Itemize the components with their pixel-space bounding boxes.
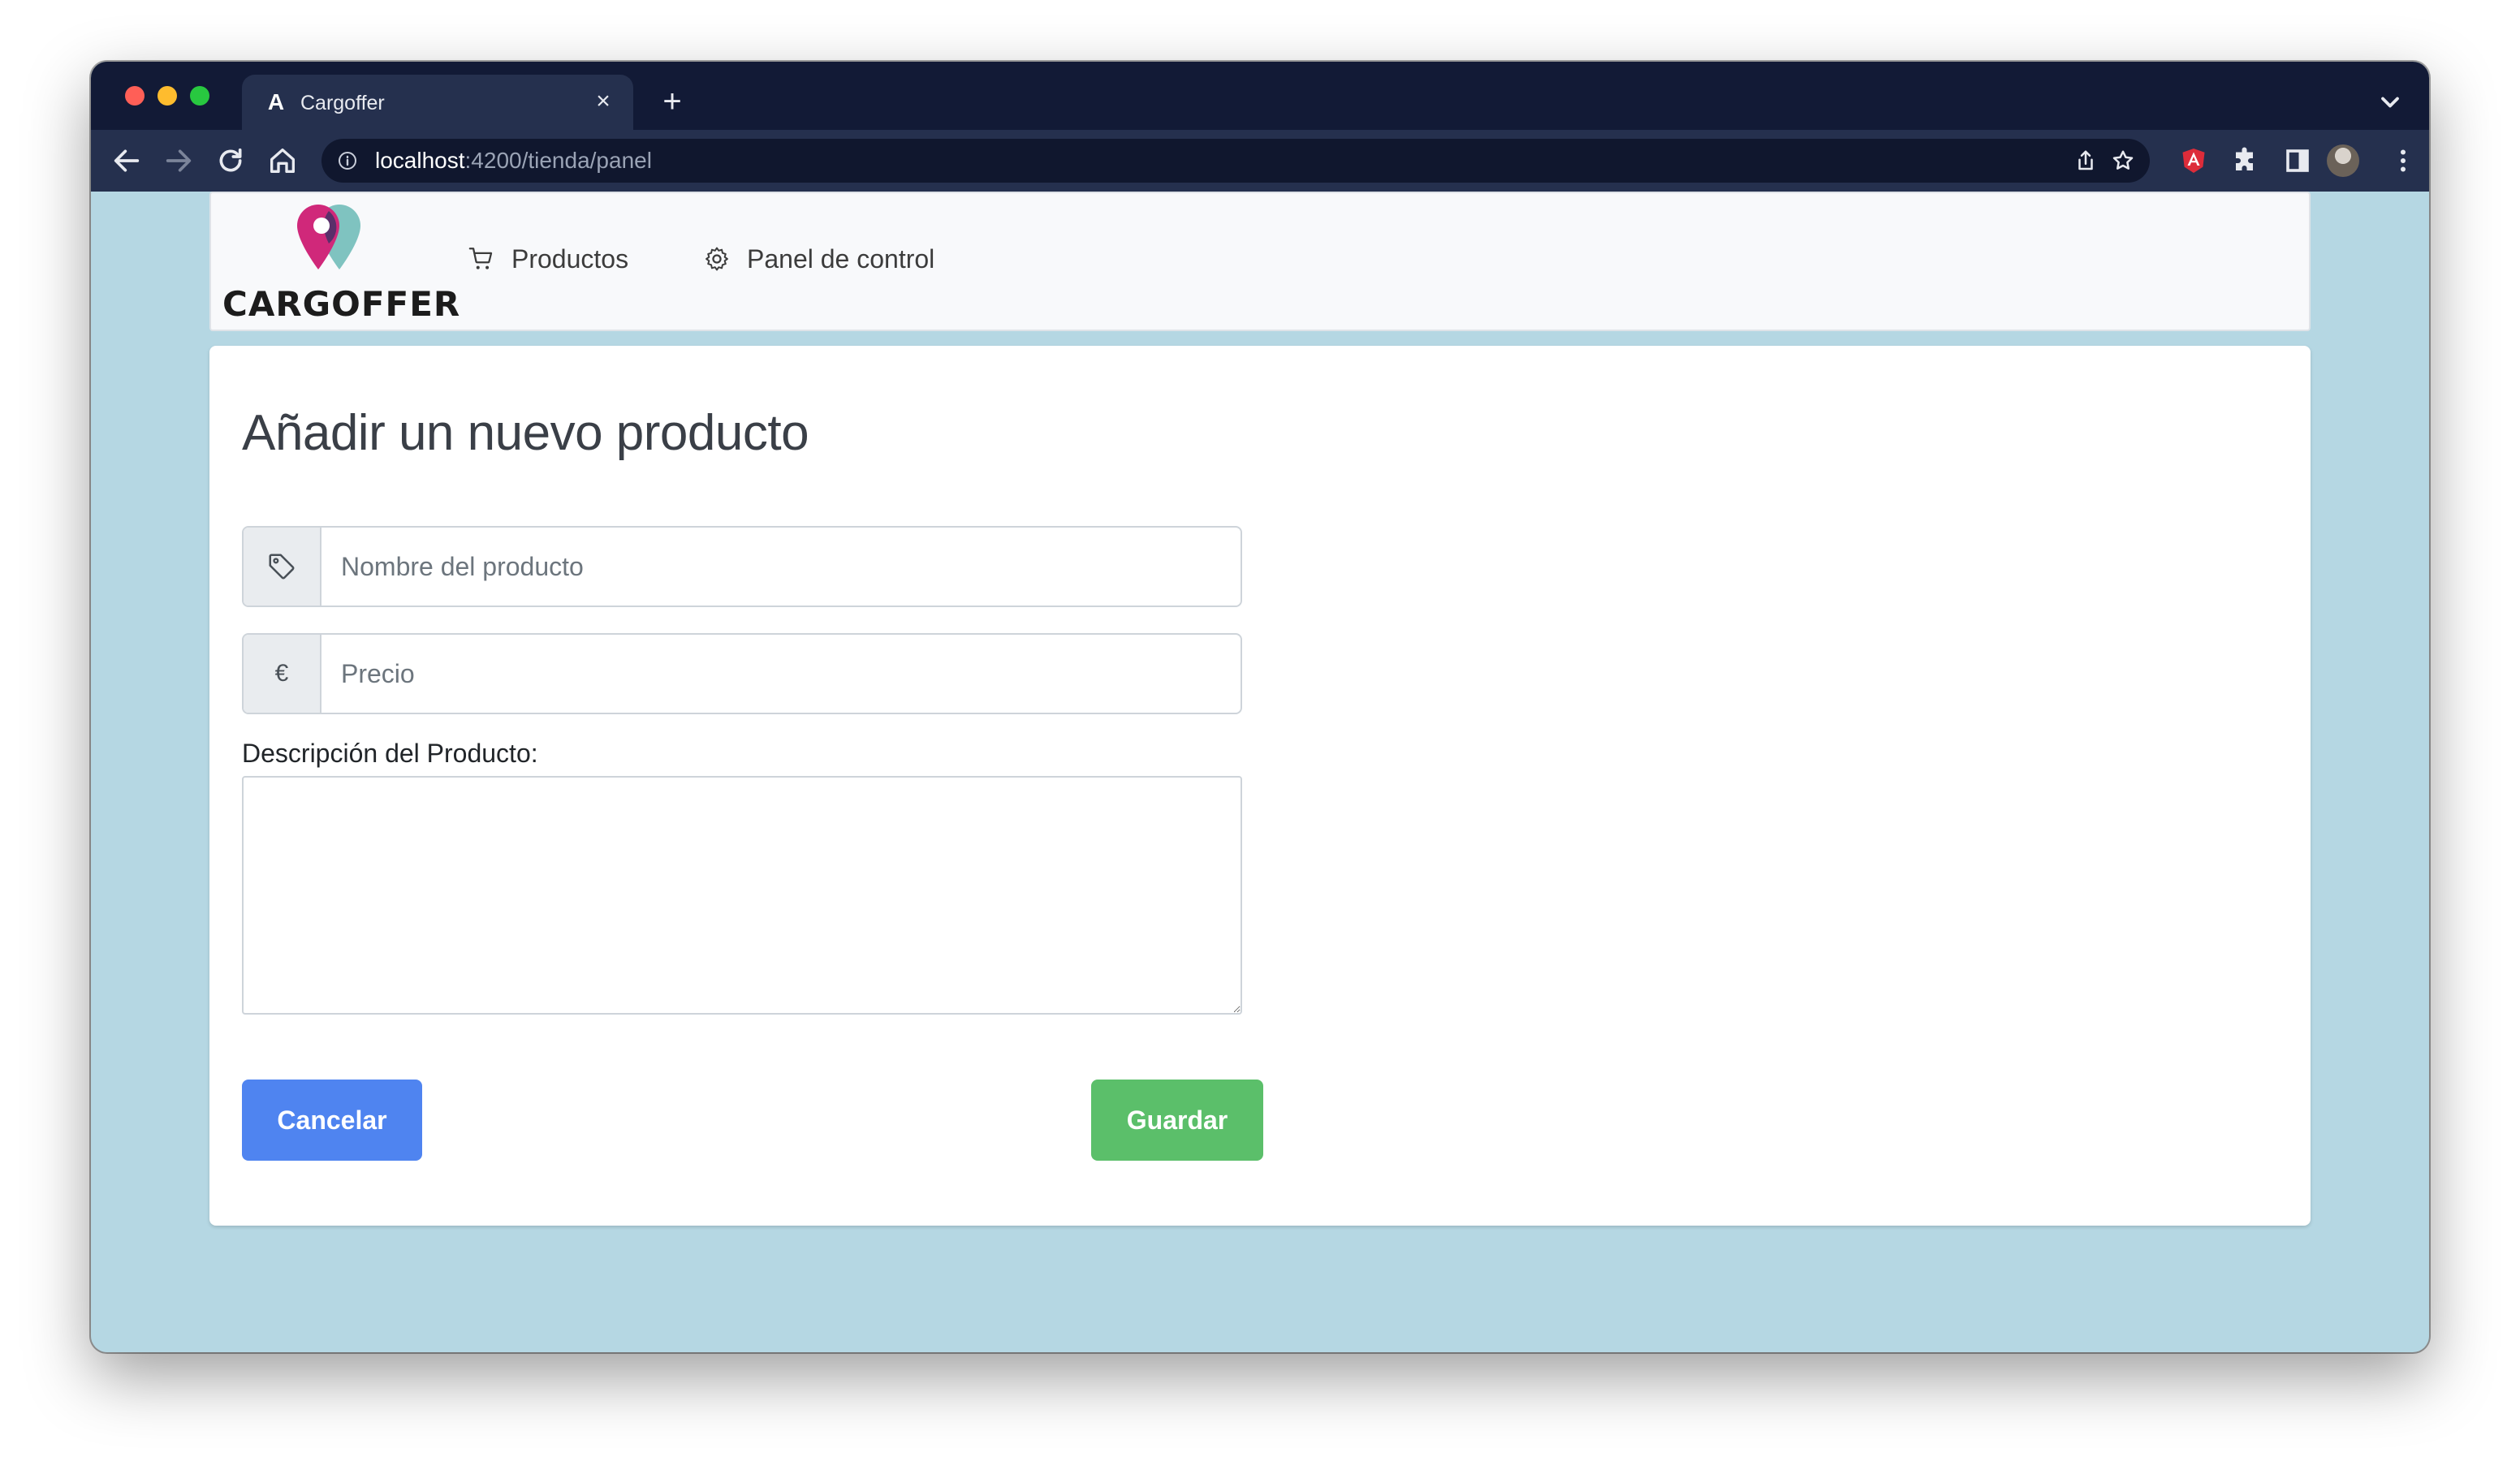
nav-item-panel-de-control[interactable]: Panel de control <box>703 239 934 279</box>
angular-favicon-icon: A <box>267 89 285 114</box>
maximize-window-button[interactable] <box>190 86 209 106</box>
browser-toolbar: localhost:4200/tienda/panel <box>91 130 2429 192</box>
more-menu-icon[interactable] <box>2388 146 2418 175</box>
cancel-button[interactable]: Cancelar <box>242 1080 422 1161</box>
site-navbar: CARGOFFER Productos Panel de control <box>209 192 2311 331</box>
new-product-card: Añadir un nuevo producto € Descripción d… <box>209 346 2311 1226</box>
description-label: Descripción del Producto: <box>242 739 538 768</box>
tab-title: Cargoffer <box>300 92 385 114</box>
cart-icon <box>468 248 493 269</box>
browser-tab[interactable]: A Cargoffer × <box>242 75 633 130</box>
bookmark-star-icon[interactable] <box>2111 149 2135 173</box>
nav-item-productos[interactable]: Productos <box>468 239 628 279</box>
cargoffer-logo[interactable]: CARGOFFER <box>222 201 461 331</box>
extensions-puzzle-icon[interactable] <box>2231 146 2260 175</box>
new-tab-button[interactable]: + <box>656 85 688 119</box>
price-input[interactable] <box>321 635 1241 713</box>
price-group: € <box>242 633 1242 714</box>
euro-icon: € <box>274 660 289 687</box>
tag-icon <box>269 554 295 580</box>
gear-icon <box>706 247 728 271</box>
side-panel-icon[interactable] <box>2283 146 2312 175</box>
page-title: Añadir un nuevo producto <box>242 405 809 461</box>
share-icon[interactable] <box>2073 149 2098 173</box>
browser-window: A Cargoffer × + localhost:4200/tienda/pa… <box>91 62 2429 1352</box>
reload-icon[interactable] <box>214 144 247 177</box>
tab-bar: A Cargoffer × + <box>91 62 2429 130</box>
minimize-window-button[interactable] <box>158 86 177 106</box>
euro-addon: € <box>244 635 321 713</box>
product-name-input[interactable] <box>321 528 1241 606</box>
site-info-icon[interactable] <box>338 151 357 170</box>
close-window-button[interactable] <box>125 86 145 106</box>
location-pin-logo-icon <box>297 205 360 269</box>
product-name-group <box>242 526 1242 607</box>
close-tab-icon[interactable]: × <box>589 88 617 115</box>
forward-arrow-icon[interactable] <box>162 144 195 177</box>
url-path: :4200/tienda/panel <box>464 148 652 173</box>
nav-item-label: Productos <box>511 244 629 274</box>
back-arrow-icon[interactable] <box>110 144 143 177</box>
angular-devtools-extension-icon[interactable] <box>2179 146 2208 175</box>
nav-item-label: Panel de control <box>747 244 935 274</box>
url-host: localhost <box>375 148 465 173</box>
tab-search-chevron-icon[interactable] <box>2375 88 2405 117</box>
description-textarea[interactable] <box>242 776 1242 1015</box>
address-bar[interactable]: localhost:4200/tienda/panel <box>321 139 2150 183</box>
product-name-addon <box>244 528 321 606</box>
logo-wordmark: CARGOFFER <box>222 284 461 324</box>
profile-avatar[interactable] <box>2327 144 2359 177</box>
save-button[interactable]: Guardar <box>1091 1080 1263 1161</box>
home-icon[interactable] <box>266 144 299 177</box>
url-text[interactable]: localhost:4200/tienda/panel <box>375 149 652 173</box>
